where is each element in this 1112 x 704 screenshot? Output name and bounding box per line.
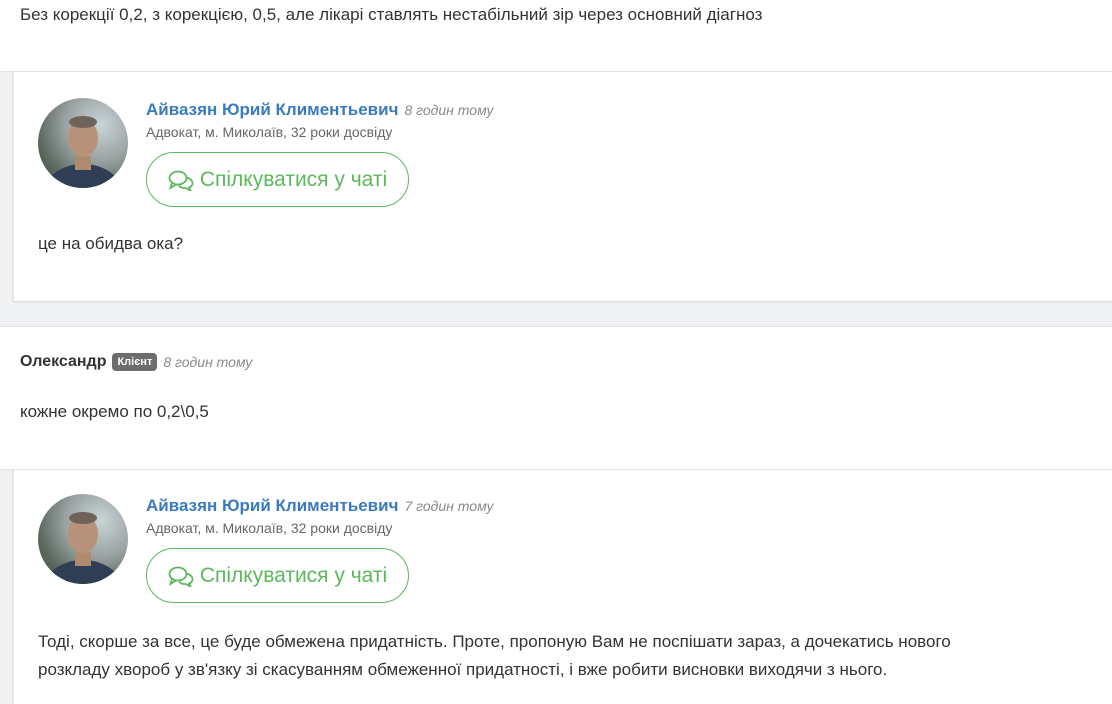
client-message: Олександр Клієнт 8 годин тому кожне окре… [0, 326, 1112, 470]
message-time: 8 годин тому [163, 354, 253, 370]
chat-bubbles-icon [168, 169, 194, 193]
message-text: Без корекції 0,2, з корекцією, 0,5, але … [20, 5, 763, 24]
message-text: це на обидва ока? [38, 234, 184, 253]
chat-bubbles-icon [168, 565, 194, 589]
lawyer-subtitle: Адвокат, м. Миколаїв, 32 роки досвіду [146, 124, 393, 140]
lawyer-message: Айвазян Юрий Климентьевич 8 годин тому Ад… [13, 72, 1112, 301]
message-text: Тоді, скорше за все, це буде обмежена пр… [38, 632, 951, 679]
message-time: 8 годин тому [404, 102, 494, 118]
message-text: кожне окремо по 0,2\0,5 [20, 402, 209, 421]
lawyer-message: Айвазян Юрий Климентьевич 7 годин тому Ад… [13, 470, 1112, 704]
avatar[interactable] [38, 494, 128, 584]
avatar[interactable] [38, 98, 128, 188]
client-badge: Клієнт [112, 353, 158, 371]
chat-button-label: Спілкуватися у чаті [199, 563, 388, 587]
lawyer-subtitle: Адвокат, м. Миколаїв, 32 роки досвіду [146, 520, 393, 536]
chat-button[interactable]: Спілкуватися у чаті [146, 548, 409, 603]
author-name[interactable]: Айвазян Юрий Климентьевич 7 годин тому [146, 496, 494, 516]
chat-button-label: Спілкуватися у чаті [199, 167, 388, 191]
message-time: 7 годин тому [404, 498, 494, 514]
author-name[interactable]: Айвазян Юрий Климентьевич 8 годин тому [146, 100, 494, 120]
client-message: Без корекції 0,2, з корекцією, 0,5, але … [0, 0, 1112, 72]
chat-button[interactable]: Спілкуватися у чаті [146, 152, 409, 207]
client-name: Олександр Клієнт 8 годин тому [20, 353, 253, 371]
